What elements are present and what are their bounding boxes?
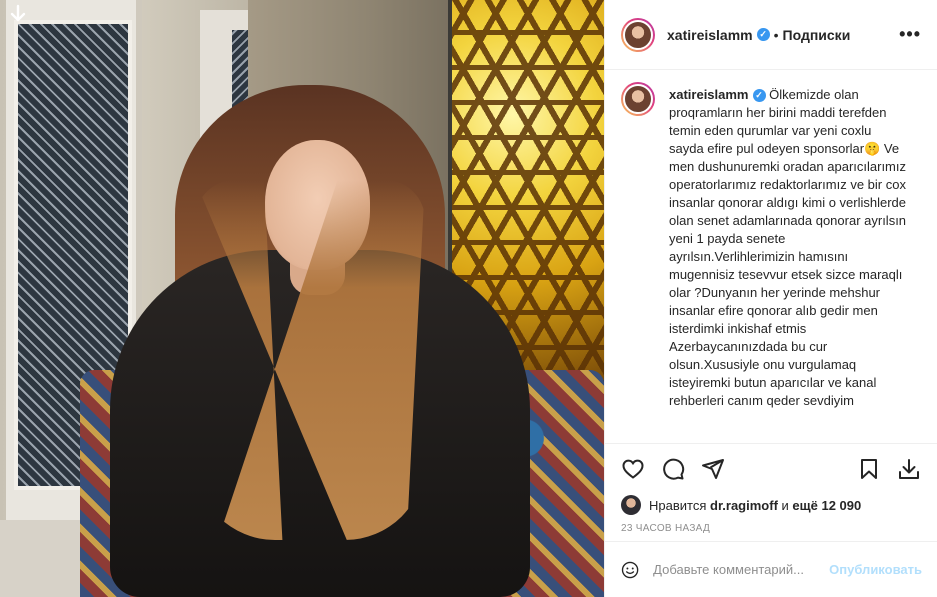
likes-prefix: Нравится xyxy=(649,497,707,513)
bookmark-icon[interactable] xyxy=(857,457,881,481)
likes-count[interactable]: ещё 12 090 xyxy=(792,498,861,513)
comment-icon[interactable] xyxy=(661,457,685,481)
post-header: xatireislamm ✓ • Подписки ••• xyxy=(605,0,937,70)
post-caption: xatireislamm ✓ Ölkemizde olan proqramları… xyxy=(669,86,909,443)
post-photo[interactable] xyxy=(0,0,604,597)
author-username[interactable]: xatireislamm xyxy=(667,27,753,43)
download-icon[interactable] xyxy=(897,457,921,481)
likes-row: Нравится dr.ragimoff и ещё 12 090 xyxy=(605,493,937,517)
more-icon[interactable]: ••• xyxy=(899,24,921,45)
caption-username[interactable]: xatireislamm xyxy=(669,87,749,102)
author-avatar[interactable] xyxy=(621,17,655,52)
comments-area: xatireislamm ✓ Ölkemizde olan proqramları… xyxy=(605,70,937,443)
verified-icon: ✓ xyxy=(752,89,766,102)
liker-avatar[interactable] xyxy=(621,495,641,515)
header-separator: • xyxy=(773,26,779,43)
publish-button[interactable]: Опубликовать xyxy=(829,562,922,577)
verified-icon: ✓ xyxy=(756,28,770,41)
share-icon[interactable] xyxy=(701,457,725,481)
liker-username[interactable]: dr.ragimoff xyxy=(710,498,778,513)
caption-author-avatar[interactable] xyxy=(621,82,655,116)
action-bar xyxy=(605,443,937,493)
heart-icon[interactable] xyxy=(621,457,645,481)
post-timestamp[interactable]: 23 ЧАСОВ НАЗАД xyxy=(605,517,937,543)
smile-icon[interactable] xyxy=(621,558,639,582)
caption-text: Ölkemizde olan proqramların her birini m… xyxy=(669,87,907,408)
likes-and: и xyxy=(781,497,789,513)
post-details-pane: xatireislamm ✓ • Подписки ••• xatireisla… xyxy=(604,0,937,597)
add-comment-bar: Опубликовать xyxy=(605,541,937,597)
following-button[interactable]: Подписки xyxy=(783,27,851,43)
comment-input[interactable] xyxy=(653,562,830,577)
arrow-down-icon xyxy=(10,4,26,22)
